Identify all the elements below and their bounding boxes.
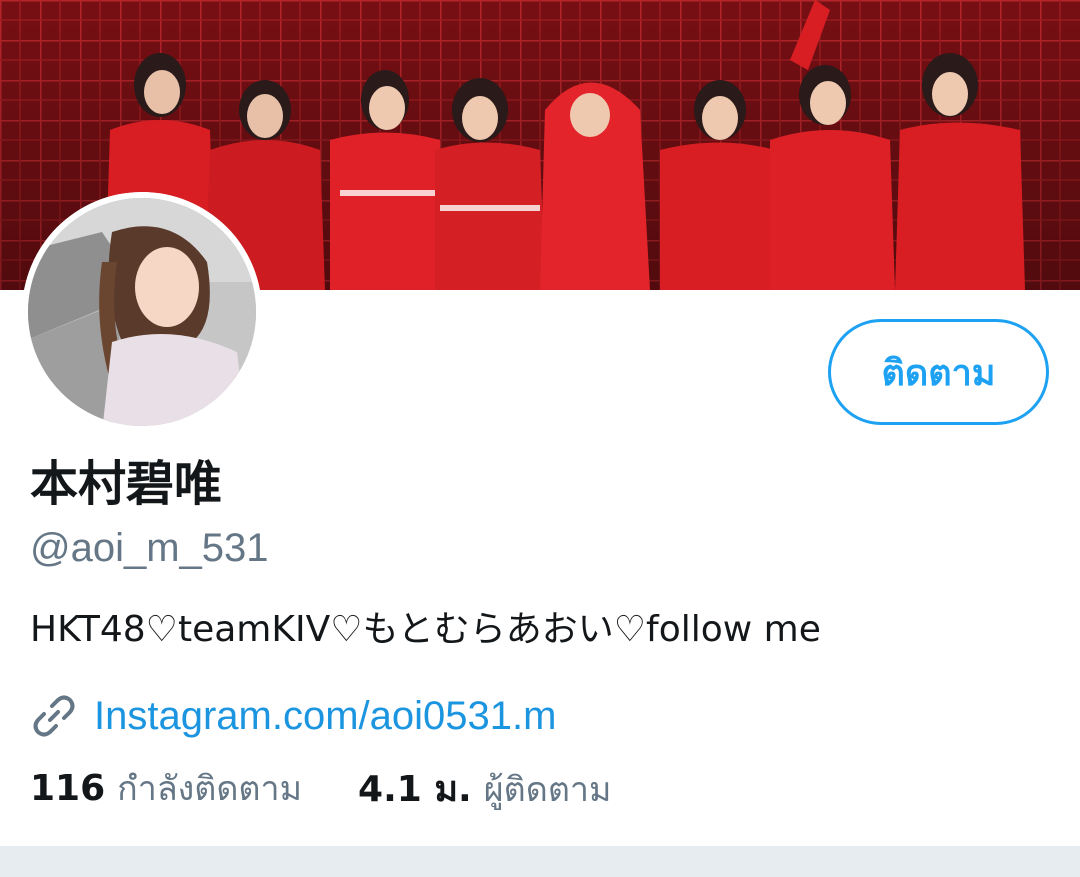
following-stat[interactable]: 116 กำลังติดตาม [30, 761, 302, 815]
profile-handle: @aoi_m_531 [30, 526, 269, 570]
followers-label: ผู้ติดตาม [483, 769, 612, 810]
profile-website-link[interactable]: Instagram.com/aoi0531.m [94, 694, 556, 739]
followers-stat[interactable]: 4.1 ม. ผู้ติดตาม [358, 760, 611, 817]
following-count: 116 [30, 768, 106, 809]
followers-count: 4.1 ม. [358, 768, 472, 810]
profile-page: ติดตาม 本村碧唯 @aoi_m_531 HKT48♡teamKIV♡もとむ… [0, 0, 1080, 877]
profile-stats: 116 กำลังติดตาม 4.1 ม. ผู้ติดตาม [30, 762, 667, 814]
profile-bio: HKT48♡teamKIV♡もとむらあおい♡follow me [30, 609, 821, 650]
avatar-illustration [22, 192, 262, 432]
display-name: 本村碧唯 [30, 456, 223, 512]
following-label: กำลังติดตาม [117, 769, 303, 809]
profile-avatar[interactable] [22, 192, 262, 432]
section-divider [0, 846, 1080, 877]
link-icon [30, 692, 78, 740]
follow-button[interactable]: ติดตาม [828, 319, 1049, 425]
profile-website-row: Instagram.com/aoi0531.m [30, 688, 556, 744]
